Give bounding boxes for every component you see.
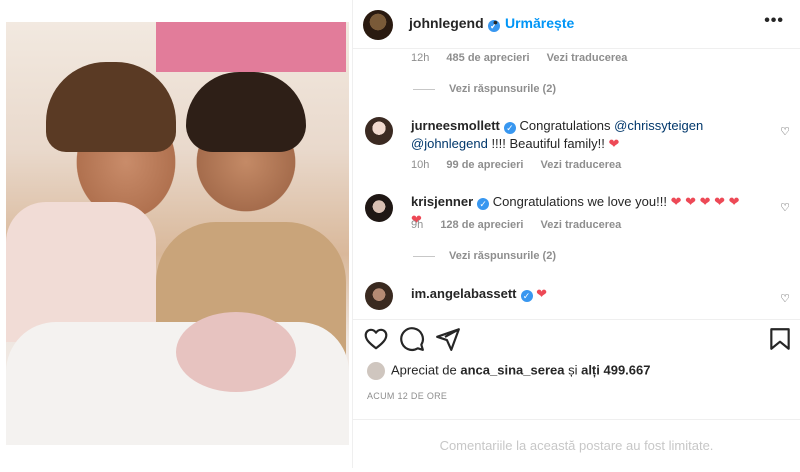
follow-button[interactable]: Urmărește: [505, 15, 574, 31]
view-replies-button[interactable]: Vezi răspunsurile (2): [413, 250, 556, 262]
comment-text: im.angelabassett ✓ ❤: [411, 285, 751, 303]
commenter-avatar[interactable]: [365, 117, 393, 145]
like-comment-heart-icon[interactable]: ♡: [780, 292, 790, 305]
see-translation-link[interactable]: Vezi traducerea: [541, 219, 622, 231]
comment-meta: 9h 128 de aprecieri Vezi traducerea: [411, 219, 635, 231]
photo-shape-baby: [176, 312, 296, 392]
comment-time: 12h: [411, 52, 430, 64]
header-separator: •: [493, 14, 498, 30]
comment-likes-count[interactable]: 128 de aprecieri: [440, 219, 523, 231]
see-translation-link[interactable]: Vezi traducerea: [547, 52, 628, 64]
post-action-bar: [353, 319, 800, 360]
post-timestamp[interactable]: ACUM 12 DE ORE: [367, 391, 447, 401]
heart-emoji: ❤: [536, 286, 548, 301]
heart-icon[interactable]: [363, 326, 389, 352]
comment-meta: 10h 99 de aprecieri Vezi traducerea: [411, 159, 635, 171]
replies-line: [413, 88, 435, 90]
photo-shape-girl: [6, 202, 156, 342]
verified-badge-icon: ✓: [503, 122, 516, 134]
mention-link[interactable]: @johnlegend: [411, 136, 488, 151]
mention-link[interactable]: @chrissyteigen: [614, 118, 703, 133]
liker-avatar[interactable]: [367, 362, 385, 380]
photo-shape-girl-hair: [46, 62, 176, 152]
post-sidebar: johnlegend ✓ • Urmărește ••• 12h 485 de a…: [353, 0, 800, 468]
photo-shape-boy-hair: [186, 72, 306, 152]
replies-line: [413, 255, 435, 257]
likes-middle: și: [564, 362, 582, 378]
likes-summary: Apreciat de anca_sina_serea și alți 499.…: [367, 362, 650, 380]
comment-icon[interactable]: [399, 326, 425, 352]
author-avatar[interactable]: [363, 10, 393, 40]
bookmark-icon[interactable]: [767, 326, 793, 352]
like-comment-heart-icon[interactable]: ♡: [780, 201, 790, 214]
post-header: johnlegend ✓ • Urmărește •••: [353, 0, 800, 49]
commenter-username[interactable]: jurneesmollett: [411, 118, 500, 133]
commenter-username[interactable]: krisjenner: [411, 194, 473, 209]
author-username-text[interactable]: johnlegend: [409, 15, 484, 31]
post-photo[interactable]: [6, 22, 349, 445]
comment-meta: 12h 485 de aprecieri Vezi traducerea: [411, 52, 641, 64]
more-options-icon[interactable]: •••: [764, 12, 784, 30]
comments-list[interactable]: 12h 485 de aprecieri Vezi traducerea Vez…: [353, 49, 800, 319]
comments-limited-notice: Comentariile la această postare au fost …: [353, 419, 800, 469]
post-media-pane: [0, 0, 352, 468]
share-icon[interactable]: [435, 326, 461, 352]
like-comment-heart-icon[interactable]: ♡: [780, 125, 790, 138]
comment-body-suffix: !!!! Beautiful family!!: [487, 136, 609, 151]
comment-time: 10h: [411, 159, 430, 171]
photo-background-shape: [156, 22, 346, 72]
view-replies-label[interactable]: Vezi răspunsurile (2): [449, 250, 556, 262]
comment-time: 9h: [411, 219, 424, 231]
comment-body-prefix: Congratulations: [519, 118, 615, 133]
comment-likes-count[interactable]: 99 de aprecieri: [446, 159, 523, 171]
verified-badge-icon: ✓: [520, 290, 533, 302]
heart-emoji: ❤: [608, 136, 620, 151]
comment-text: jurneesmollett ✓ Congratulations @chrissy…: [411, 117, 751, 153]
view-replies-label[interactable]: Vezi răspunsurile (2): [449, 83, 556, 95]
liker-username[interactable]: anca_sina_serea: [460, 362, 564, 377]
likes-prefix: Apreciat de: [391, 362, 461, 378]
commenter-avatar[interactable]: [365, 282, 393, 310]
commenter-avatar[interactable]: [365, 194, 393, 222]
comment-body: Congratulations we love you!!!: [492, 194, 671, 209]
see-translation-link[interactable]: Vezi traducerea: [541, 159, 622, 171]
commenter-username[interactable]: im.angelabassett: [411, 286, 517, 301]
view-replies-button[interactable]: Vezi răspunsurile (2): [413, 83, 556, 95]
likes-others-link[interactable]: alți 499.667: [581, 362, 650, 377]
verified-badge-icon: ✓: [477, 198, 490, 210]
comment-likes-count[interactable]: 485 de aprecieri: [446, 52, 529, 64]
author-username[interactable]: johnlegend ✓: [409, 15, 500, 32]
